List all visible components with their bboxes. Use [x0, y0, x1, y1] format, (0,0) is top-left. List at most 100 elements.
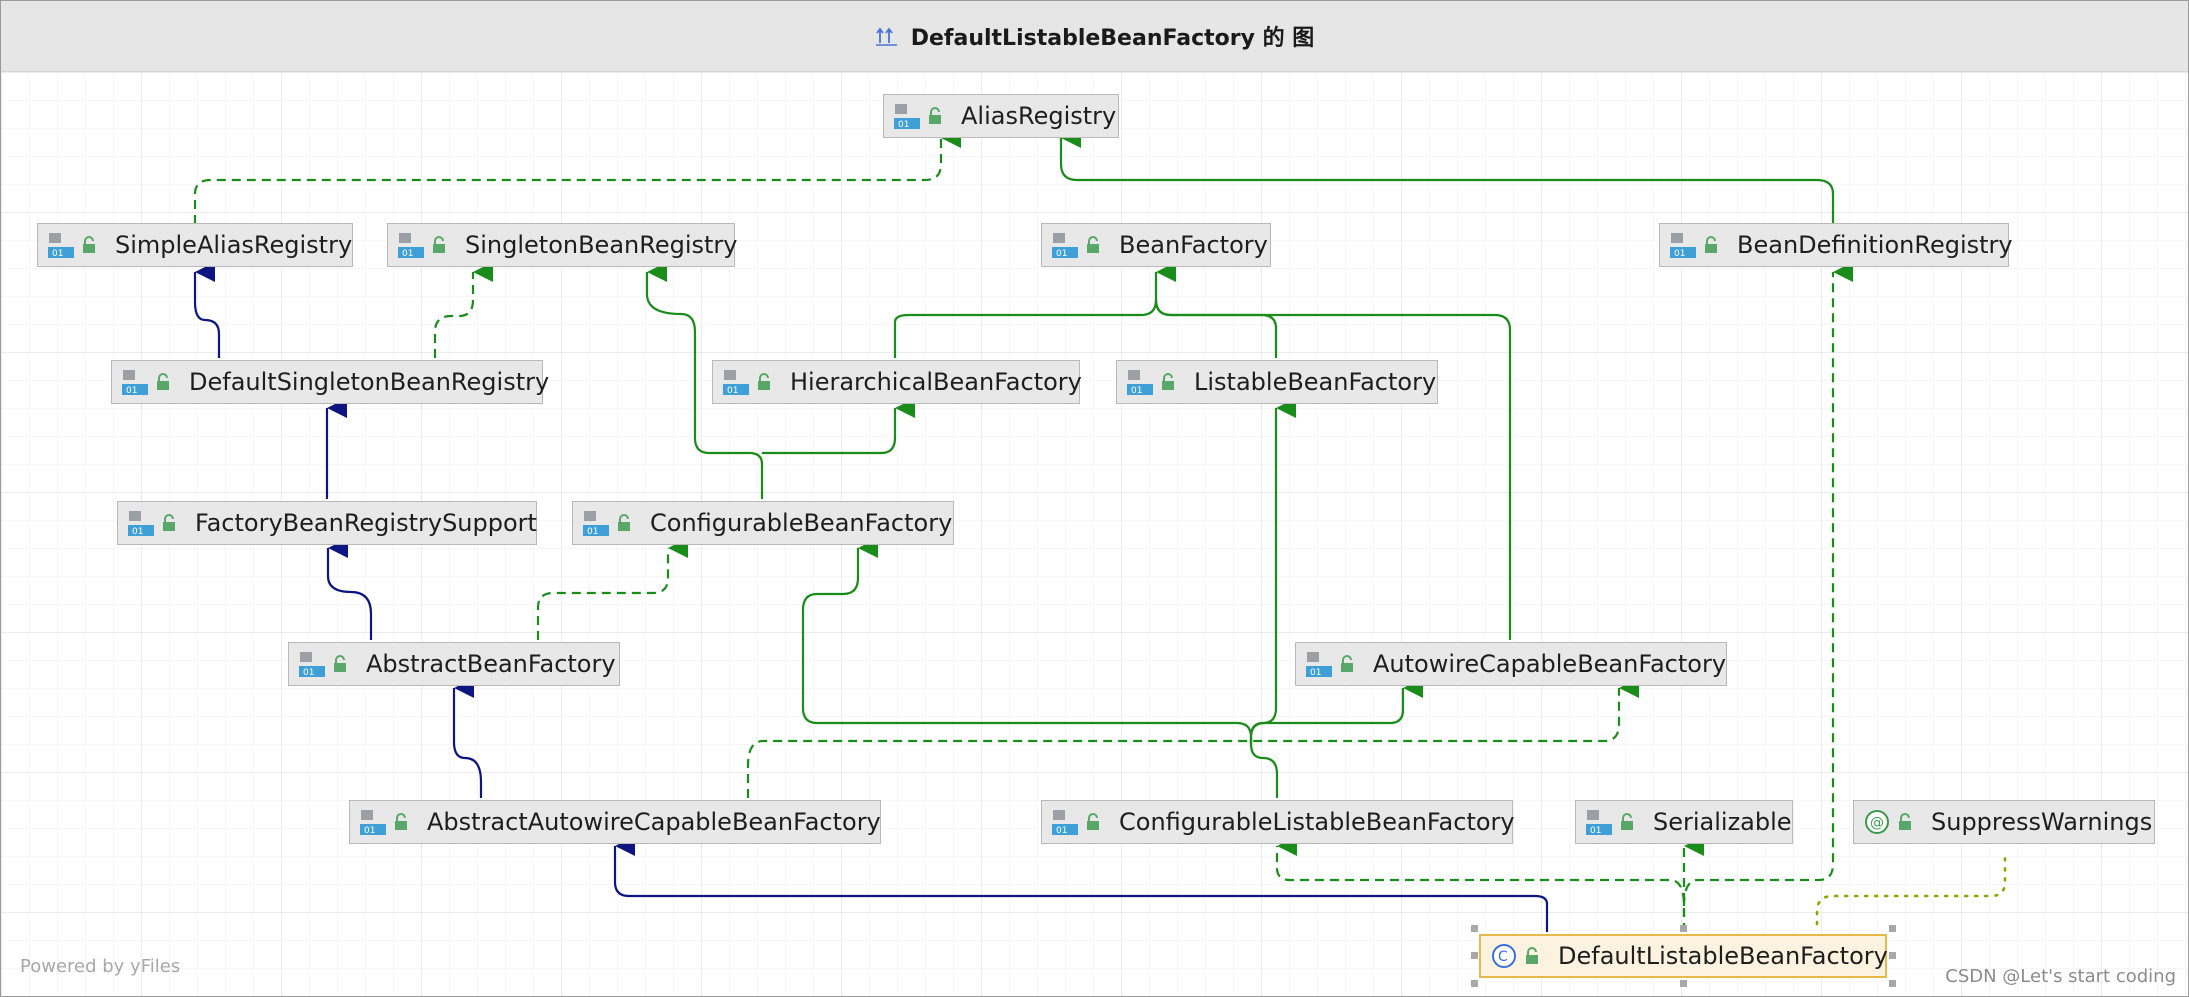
diagram-window: DefaultListableBeanFactory 的 图 01 AliasR… — [0, 0, 2189, 997]
node-factory-bean-registry-support[interactable]: 01 FactoryBeanRegistrySupport — [117, 501, 537, 545]
node-label: AbstractBeanFactory — [366, 650, 616, 678]
node-label: SimpleAliasRegistry — [115, 231, 353, 259]
node-configurable-bean-factory[interactable]: 01 ConfigurableBeanFactory — [572, 501, 954, 545]
selection-handle[interactable] — [1680, 925, 1687, 932]
unlocked-icon — [1899, 813, 1911, 830]
unlocked-icon — [1705, 236, 1717, 253]
selection-handle[interactable] — [1471, 952, 1478, 959]
unlocked-icon — [157, 373, 169, 390]
selection-handle[interactable] — [1471, 925, 1478, 932]
svg-text:01: 01 — [727, 386, 738, 396]
svg-text:01: 01 — [132, 527, 143, 537]
watermark: CSDN @Let's start coding — [1945, 966, 2176, 987]
svg-text:01: 01 — [52, 249, 63, 259]
node-label: ListableBeanFactory — [1194, 368, 1437, 396]
node-label: Serializable — [1653, 808, 1792, 836]
edge-bdr-extends-ar — [1059, 128, 1835, 224]
edge-clbf-extends-lbf — [1249, 398, 1296, 744]
node-serializable[interactable]: 01 Serializable — [1575, 800, 1793, 844]
class-icon: 01 — [128, 511, 154, 537]
selection-handle[interactable] — [1680, 980, 1687, 987]
selection-handle[interactable] — [1889, 925, 1896, 932]
svg-text:01: 01 — [1590, 826, 1601, 836]
selection-handle[interactable] — [1471, 980, 1478, 987]
unlocked-icon — [163, 514, 175, 531]
node-label: AliasRegistry — [961, 102, 1117, 130]
node-hierarchical-bean-factory[interactable]: 01 HierarchicalBeanFactory — [712, 360, 1082, 404]
node-label: FactoryBeanRegistrySupport — [195, 509, 537, 537]
unlocked-icon — [929, 107, 941, 124]
class-icon: 01 — [360, 810, 386, 836]
hierarchy-icon — [875, 27, 897, 46]
node-abstract-autowire-capable-bean-factory[interactable]: 01 AbstractAutowireCapableBeanFactory — [349, 800, 881, 844]
edge-hbf-extends-bf — [893, 262, 1176, 358]
edge-dsbr-implements-sbr — [433, 262, 493, 358]
svg-text:01: 01 — [587, 527, 598, 537]
interface-icon: 01 — [723, 370, 749, 396]
edge-aacbf-extends-abf — [452, 678, 483, 798]
node-label: ConfigurableListableBeanFactory — [1119, 808, 1515, 836]
unlocked-icon — [1341, 655, 1353, 672]
svg-text:01: 01 — [303, 668, 314, 678]
node-singleton-bean-registry[interactable]: 01 SingletonBeanRegistry — [387, 223, 738, 267]
node-label: HierarchicalBeanFactory — [790, 368, 1082, 396]
node-listable-bean-factory[interactable]: 01 ListableBeanFactory — [1116, 360, 1438, 404]
unlocked-icon — [395, 813, 407, 830]
node-label: DefaultSingletonBeanRegistry — [189, 368, 550, 396]
edge-clbf-extends-cbf — [801, 538, 1279, 798]
node-autowire-capable-bean-factory[interactable]: 01 AutowireCapableBeanFactory — [1295, 642, 1727, 686]
node-label: AbstractAutowireCapableBeanFactory — [427, 808, 881, 836]
svg-text:01: 01 — [126, 386, 137, 396]
class-icon: 01 — [122, 370, 148, 396]
node-default-listable-bean-factory[interactable]: C DefaultListableBeanFactory — [1479, 934, 1888, 978]
node-label: SuppressWarnings — [1931, 808, 2153, 836]
svg-text:C: C — [1498, 949, 1508, 965]
interface-icon: 01 — [1127, 370, 1153, 396]
interface-icon: 01 — [398, 233, 424, 259]
svg-text:@: @ — [1870, 815, 1884, 831]
class-icon: 01 — [299, 652, 325, 678]
edge-abf-implements-cbf — [536, 538, 688, 640]
svg-text:01: 01 — [898, 120, 909, 130]
edge-abf-extends-fbrs — [326, 538, 373, 640]
diagram-canvas[interactable]: 01 AliasRegistry 01 SimpleAliasRegistry … — [1, 72, 2188, 996]
edge-cbf-extends-hbf — [762, 398, 915, 455]
interface-icon: 01 — [1052, 810, 1078, 836]
node-alias-registry[interactable]: 01 AliasRegistry — [883, 94, 1119, 138]
unlocked-icon — [1087, 813, 1099, 830]
unlocked-icon — [83, 236, 95, 253]
edge-lbf-extends-bf — [1154, 299, 1278, 358]
svg-text:01: 01 — [1131, 386, 1142, 396]
selection-handle[interactable] — [1889, 952, 1896, 959]
unlocked-icon — [758, 373, 770, 390]
unlocked-icon — [334, 655, 346, 672]
node-suppress-warnings[interactable]: @ SuppressWarnings — [1853, 800, 2155, 844]
node-label: BeanFactory — [1119, 231, 1268, 259]
powered-by-label: Powered by yFiles — [20, 956, 181, 977]
edge-dlbf-implements-clbf — [1275, 836, 1686, 932]
node-configurable-listable-bean-factory[interactable]: 01 ConfigurableListableBeanFactory — [1041, 800, 1515, 844]
node-simple-alias-registry[interactable]: 01 SimpleAliasRegistry — [37, 223, 353, 267]
svg-text:01: 01 — [1674, 249, 1685, 259]
node-label: AutowireCapableBeanFactory — [1373, 650, 1727, 678]
svg-text:01: 01 — [364, 826, 375, 836]
edge-dlbf-annotated-suppress-warnings — [1815, 850, 2007, 926]
node-bean-definition-registry[interactable]: 01 BeanDefinitionRegistry — [1659, 223, 2013, 267]
unlocked-icon — [1162, 373, 1174, 390]
interface-icon: 01 — [583, 511, 609, 537]
title-bar: DefaultListableBeanFactory 的 图 — [1, 1, 2188, 72]
unlocked-icon — [433, 236, 445, 253]
unlocked-icon — [1526, 947, 1538, 964]
interface-icon: 01 — [1052, 233, 1078, 259]
node-default-singleton-bean-registry[interactable]: 01 DefaultSingletonBeanRegistry — [111, 360, 549, 404]
interface-icon: 01 — [894, 104, 920, 130]
node-label: DefaultListableBeanFactory — [1558, 942, 1888, 970]
node-label: SingletonBeanRegistry — [465, 231, 738, 259]
selection-handle[interactable] — [1889, 980, 1896, 987]
interface-icon: 01 — [1670, 233, 1696, 259]
edge-acbf-extends-bf — [1154, 299, 1512, 640]
class-icon: C — [1492, 944, 1516, 968]
node-abstract-bean-factory[interactable]: 01 AbstractBeanFactory — [288, 642, 620, 686]
unlocked-icon — [1087, 236, 1099, 253]
node-bean-factory[interactable]: 01 BeanFactory — [1041, 223, 1271, 267]
